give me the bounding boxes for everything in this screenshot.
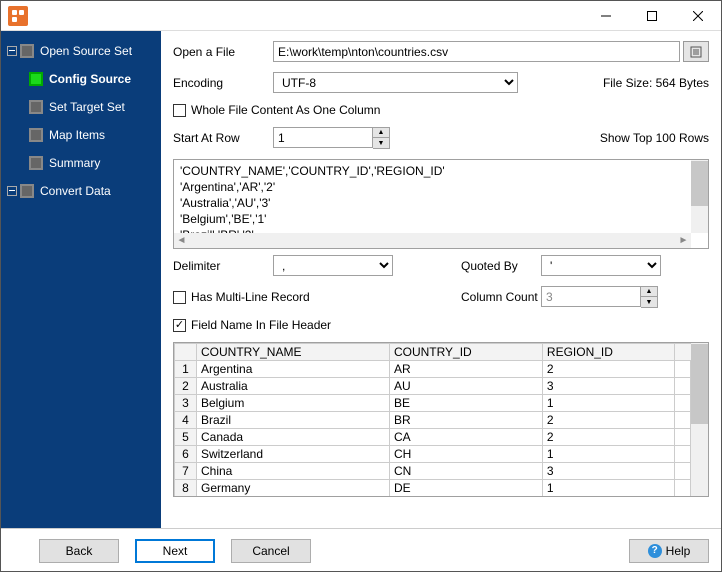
sidebar-item-map-items[interactable]: Map Items <box>1 121 161 149</box>
open-file-label: Open a File <box>173 45 273 59</box>
sidebar-item-convert-data[interactable]: Convert Data <box>1 177 161 205</box>
close-button[interactable] <box>675 1 721 31</box>
back-button[interactable]: Back <box>39 539 119 563</box>
colcount-input <box>541 286 641 307</box>
encoding-select[interactable]: UTF-8 <box>273 72 518 93</box>
colcount-down[interactable]: ▼ <box>641 297 657 307</box>
sidebar-item-summary[interactable]: Summary <box>1 149 161 177</box>
table-row: 4BrazilBR2 <box>175 412 691 429</box>
delimiter-label: Delimiter <box>173 259 273 273</box>
file-preview: 'COUNTRY_NAME','COUNTRY_ID','REGION_ID' … <box>173 159 709 249</box>
next-button[interactable]: Next <box>135 539 215 563</box>
show-top-label: Show Top 100 Rows <box>600 131 709 145</box>
preview-scrollbar-v[interactable] <box>691 160 708 233</box>
wizard-footer: Back Next Cancel ?Help <box>1 528 721 572</box>
sidebar-item-set-target[interactable]: Set Target Set <box>1 93 161 121</box>
colcount-up[interactable]: ▲ <box>641 287 657 297</box>
table-row: 8GermanyDE1 <box>175 480 691 497</box>
table-scrollbar-v[interactable] <box>691 343 708 496</box>
cancel-button[interactable]: Cancel <box>231 539 311 563</box>
spin-down-button[interactable]: ▼ <box>373 138 389 148</box>
sidebar-item-open-source[interactable]: Open Source Set <box>1 37 161 65</box>
tree-toggle-icon[interactable] <box>7 186 17 196</box>
table-row: 1ArgentinaAR2 <box>175 361 691 378</box>
table-row: 6SwitzerlandCH1 <box>175 446 691 463</box>
browse-button[interactable] <box>683 41 709 62</box>
help-icon: ? <box>648 544 662 558</box>
data-table: COUNTRY_NAMECOUNTRY_IDREGION_ID 1Argenti… <box>173 342 709 497</box>
main-panel: Open a File Encoding UTF-8 File Size: 56… <box>161 31 721 528</box>
whole-file-checkbox[interactable]: Whole File Content As One Column <box>173 103 380 117</box>
table-row: 3BelgiumBE1 <box>175 395 691 412</box>
table-row: 2AustraliaAU3 <box>175 378 691 395</box>
table-row: 7ChinaCN3 <box>175 463 691 480</box>
spin-up-button[interactable]: ▲ <box>373 128 389 138</box>
minimize-button[interactable] <box>583 1 629 31</box>
quoted-select[interactable]: ' <box>541 255 661 276</box>
sidebar-item-config-source[interactable]: Config Source <box>1 65 161 93</box>
table-row: 5CanadaCA2 <box>175 429 691 446</box>
wizard-sidebar: Open Source Set Config Source Set Target… <box>1 31 161 528</box>
encoding-label: Encoding <box>173 76 273 90</box>
start-row-label: Start At Row <box>173 131 273 145</box>
file-path-input[interactable] <box>273 41 680 62</box>
start-row-input[interactable] <box>273 127 373 148</box>
quoted-label: Quoted By <box>441 259 541 273</box>
help-button[interactable]: ?Help <box>629 539 709 563</box>
delimiter-select[interactable]: , <box>273 255 393 276</box>
multiline-checkbox[interactable]: Has Multi-Line Record <box>173 290 310 304</box>
preview-scrollbar-h[interactable]: ◄► <box>174 233 691 248</box>
fieldname-checkbox[interactable]: Field Name In File Header <box>173 318 331 332</box>
colcount-label: Column Count <box>441 290 541 304</box>
tree-toggle-icon[interactable] <box>7 46 17 56</box>
title-bar <box>1 1 721 31</box>
app-icon <box>8 6 28 26</box>
maximize-button[interactable] <box>629 1 675 31</box>
file-size-label: File Size: 564 Bytes <box>603 76 709 90</box>
